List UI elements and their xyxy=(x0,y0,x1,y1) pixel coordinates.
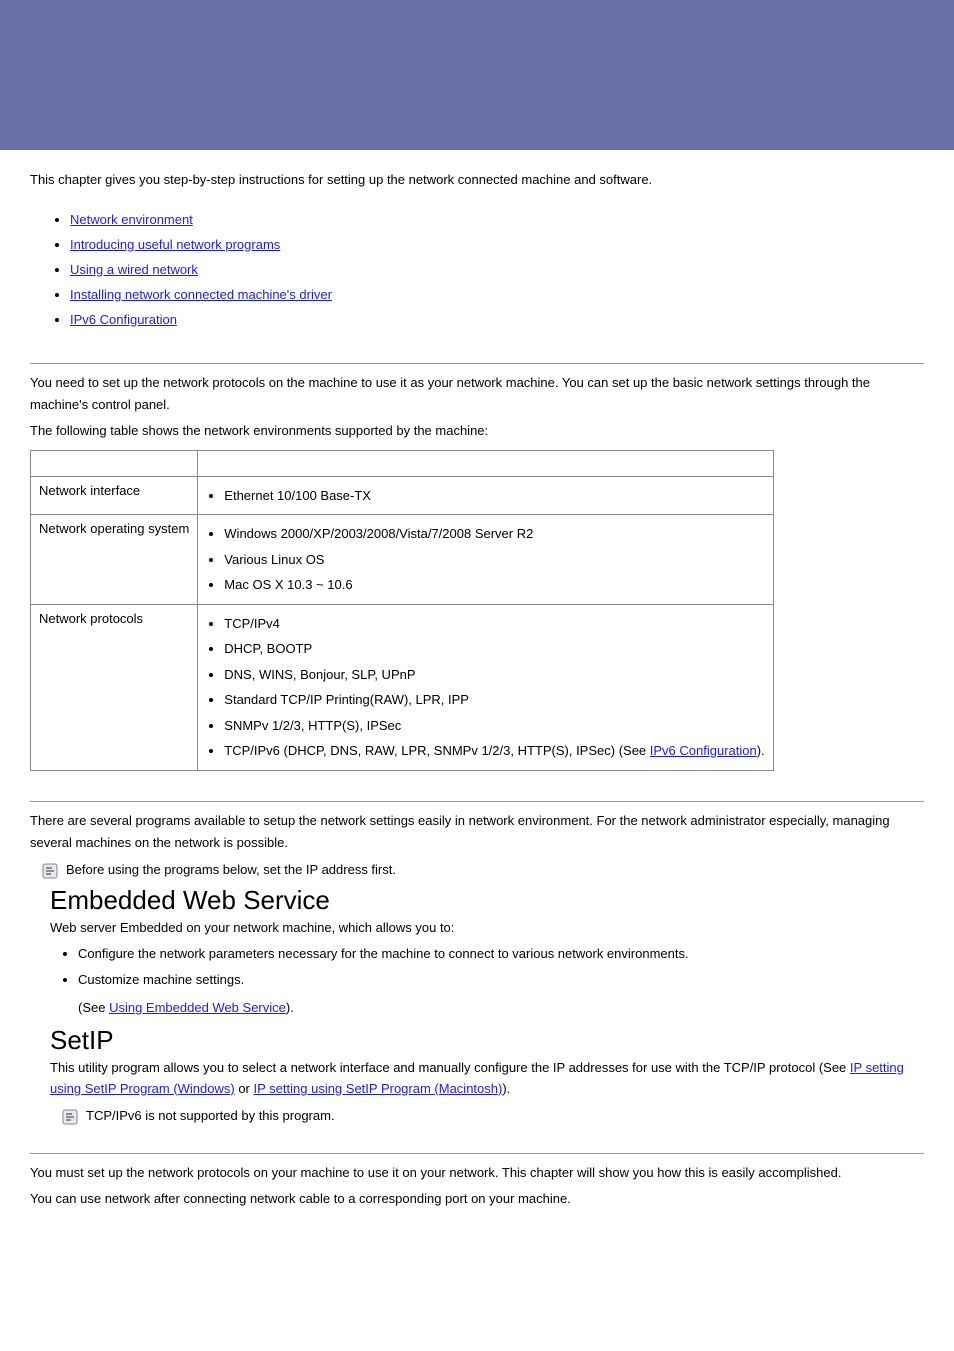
section-divider xyxy=(30,363,924,364)
list-item: SNMPv 1/2/3, HTTP(S), IPSec xyxy=(224,713,764,739)
note-text: TCP/IPv6 is not supported by this progra… xyxy=(86,1108,335,1123)
note-icon xyxy=(42,863,58,879)
sec3-para2: You can use network after connecting net… xyxy=(30,1188,924,1210)
list-item: Standard TCP/IP Printing(RAW), LPR, IPP xyxy=(224,687,764,713)
protocol-ipv6-suffix: ). xyxy=(757,743,765,758)
table-of-contents: Network environment Introducing useful n… xyxy=(70,212,924,327)
header-banner xyxy=(0,0,954,150)
note-block: TCP/IPv6 is not supported by this progra… xyxy=(30,1108,924,1125)
list-item: Ethernet 10/100 Base-TX xyxy=(224,483,764,509)
row-label: Network interface xyxy=(31,476,198,515)
ews-see-line: (See Using Embedded Web Service). xyxy=(78,997,924,1019)
protocol-ipv6-prefix: TCP/IPv6 (DHCP, DNS, RAW, LPR, SNMPv 1/2… xyxy=(224,743,649,758)
toc-link-wired-network[interactable]: Using a wired network xyxy=(70,262,198,277)
note-text: Before using the programs below, set the… xyxy=(66,862,396,877)
ipv6-config-link[interactable]: IPv6 Configuration xyxy=(650,743,757,758)
list-item: Windows 2000/XP/2003/2008/Vista/7/2008 S… xyxy=(224,521,764,547)
toc-link-ipv6-config[interactable]: IPv6 Configuration xyxy=(70,312,177,327)
table-row: Network protocols TCP/IPv4 DHCP, BOOTP D… xyxy=(31,604,774,770)
toc-link-installing-driver[interactable]: Installing network connected machine's d… xyxy=(70,287,332,302)
list-item: Configure the network parameters necessa… xyxy=(78,941,924,967)
sec2-para1: There are several programs available to … xyxy=(30,810,924,854)
table-row: Network interface Ethernet 10/100 Base-T… xyxy=(31,476,774,515)
setip-macintosh-link[interactable]: IP setting using SetIP Program (Macintos… xyxy=(254,1081,503,1096)
section-divider xyxy=(30,1153,924,1154)
using-ews-link[interactable]: Using Embedded Web Service xyxy=(109,1000,286,1015)
section-divider xyxy=(30,801,924,802)
sec1-para1: You need to set up the network protocols… xyxy=(30,372,924,416)
main-content: This chapter gives you step-by-step inst… xyxy=(0,150,954,1234)
environment-table: Network interface Ethernet 10/100 Base-T… xyxy=(30,450,774,771)
ews-list: Configure the network parameters necessa… xyxy=(78,941,924,993)
list-item: Customize machine settings. xyxy=(78,967,924,993)
row-label: Network protocols xyxy=(31,604,198,770)
note-icon xyxy=(62,1109,78,1125)
toc-link-introducing-programs[interactable]: Introducing useful network programs xyxy=(70,237,280,252)
note-block: Before using the programs below, set the… xyxy=(30,862,924,879)
intro-paragraph: This chapter gives you step-by-step inst… xyxy=(30,170,924,190)
ews-para: Web server Embedded on your network mach… xyxy=(50,918,924,939)
list-item: Mac OS X 10.3 ~ 10.6 xyxy=(224,572,764,598)
list-item: TCP/IPv4 xyxy=(224,611,764,637)
sec3-para1: You must set up the network protocols on… xyxy=(30,1162,924,1184)
table-row: Network operating system Windows 2000/XP… xyxy=(31,515,774,605)
sec1-para2: The following table shows the network en… xyxy=(30,420,924,442)
row-label: Network operating system xyxy=(31,515,198,605)
heading-embedded-web-service: Embedded Web Service xyxy=(50,885,924,916)
heading-setip: SetIP xyxy=(50,1025,924,1056)
list-item: DNS, WINS, Bonjour, SLP, UPnP xyxy=(224,662,764,688)
setip-para: This utility program allows you to selec… xyxy=(50,1058,924,1100)
list-item: DHCP, BOOTP xyxy=(224,636,764,662)
list-item: Various Linux OS xyxy=(224,547,764,573)
toc-link-network-environment[interactable]: Network environment xyxy=(70,212,193,227)
list-item: TCP/IPv6 (DHCP, DNS, RAW, LPR, SNMPv 1/2… xyxy=(224,738,764,764)
